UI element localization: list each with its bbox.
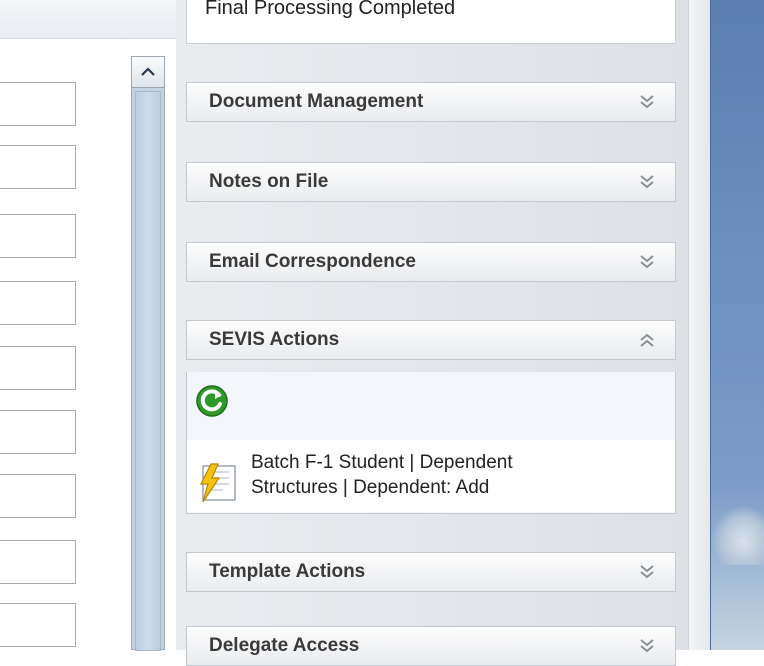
form-pane [0,0,176,651]
action-label-line2: Structures | Dependent: Add [251,477,490,498]
action-label-line1: Batch F-1 Student | Dependent [251,452,513,473]
accordion-email-correspondence[interactable]: Email Correspondence [186,242,676,282]
accordion-delegate-access[interactable]: Delegate Access [186,626,676,666]
lightning-document-icon [200,463,236,503]
accordion-label: Template Actions [209,561,366,582]
refresh-icon[interactable] [195,384,229,418]
form-field-1[interactable] [0,82,76,126]
chevron-double-up-icon[interactable] [637,330,657,350]
cloud-graphic [711,505,764,565]
sevis-actions-body: Batch F-1 Student | Dependent Structures… [186,372,676,514]
form-field-5[interactable] [0,346,76,390]
accordion-label: Document Management [209,91,424,112]
accordion-template-actions[interactable]: Template Actions [186,552,676,592]
accordion-label: Email Correspondence [209,251,416,272]
chevron-double-down-icon[interactable] [637,636,657,656]
status-box: Final Processing Completed [186,0,676,44]
accordion-notes-on-file[interactable]: Notes on File [186,162,676,202]
form-field-8[interactable] [0,540,76,584]
chevron-up-icon [141,67,155,76]
chevron-double-down-icon[interactable] [637,562,657,582]
chevron-double-down-icon[interactable] [637,252,657,272]
chevron-double-down-icon[interactable] [637,172,657,192]
sevis-action-item[interactable]: Batch F-1 Student | Dependent Structures… [187,440,675,512]
desktop-background [710,0,764,650]
accordion-label: SEVIS Actions [209,329,340,350]
accordion-sevis-actions[interactable]: SEVIS Actions [186,320,676,360]
accordion-label: Delegate Access [209,635,360,656]
form-field-9[interactable] [0,603,76,647]
accordion-label: Notes on File [209,171,329,192]
accordion-document-management[interactable]: Document Management [186,82,676,122]
form-field-4[interactable] [0,281,76,325]
chevron-double-down-icon[interactable] [637,92,657,112]
form-field-2[interactable] [0,145,76,189]
scroll-thumb[interactable] [135,91,161,651]
form-header-bar [0,0,176,39]
sidebar-panel: Final Processing Completed Document Mana… [176,0,694,666]
panel-right-edge [688,0,711,650]
status-text: Final Processing Completed [205,0,456,19]
form-field-3[interactable] [0,214,76,258]
sevis-action-label[interactable]: Batch F-1 Student | Dependent Structures… [251,450,661,500]
form-field-7[interactable] [0,474,76,518]
vertical-scrollbar[interactable] [131,56,165,651]
form-field-6[interactable] [0,410,76,454]
scroll-up-button[interactable] [132,57,164,88]
